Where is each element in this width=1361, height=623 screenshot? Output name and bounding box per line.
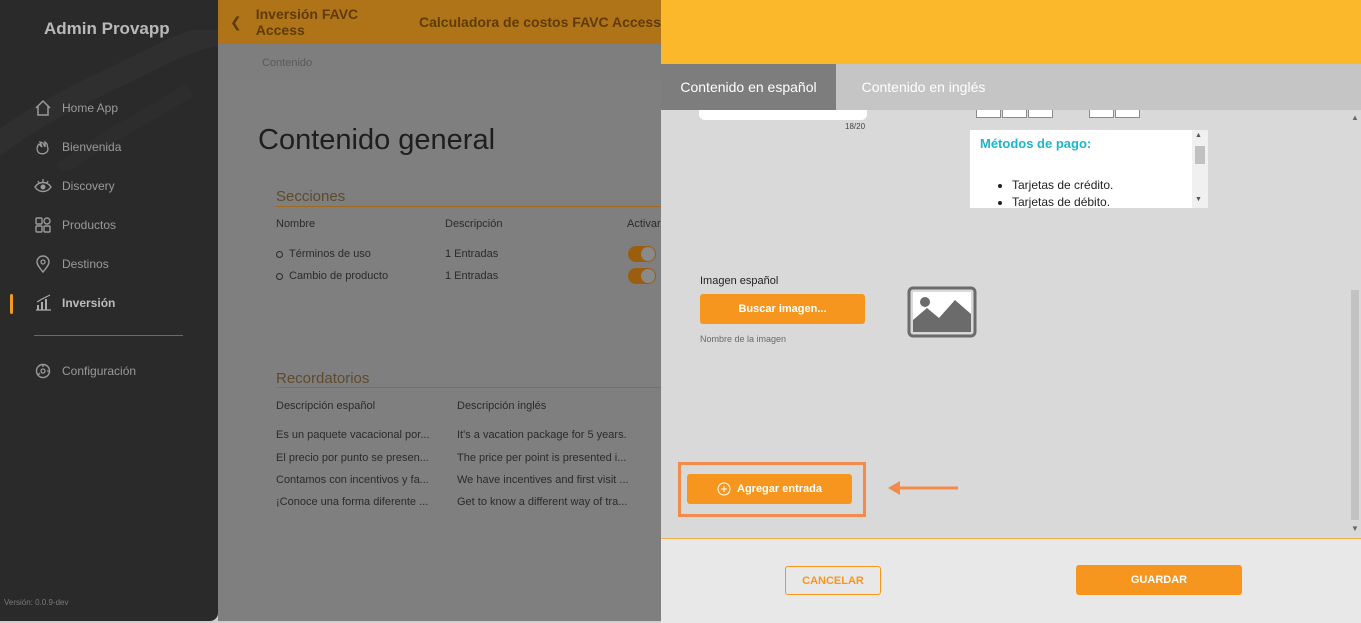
sidebar: Admin Provapp Home App Bienvenida Discov… (0, 0, 218, 621)
toolbar-button[interactable] (1115, 110, 1140, 118)
reminder-en[interactable]: The price per point is presented i... (457, 452, 626, 464)
sidebar-item-label: Inversión (62, 296, 116, 310)
content-panel: Contenido en español Contenido en inglés… (661, 0, 1361, 623)
sub-breadcrumb-label: Contenido (262, 57, 313, 69)
editor-heading: Métodos de pago: (980, 136, 1092, 151)
background-page: Contenido general Secciones Nombre Descr… (218, 80, 661, 621)
active-indicator (10, 294, 13, 314)
sidebar-item-label: Bienvenida (62, 140, 122, 154)
scroll-down-icon[interactable]: ▼ (1350, 524, 1360, 533)
table-row[interactable]: Términos de uso (276, 248, 371, 260)
editor-scroll-thumb[interactable] (1195, 146, 1205, 164)
gear-icon (35, 363, 51, 379)
scroll-up-icon[interactable]: ▲ (1195, 132, 1202, 139)
add-entry-button[interactable]: Agregar entrada (687, 474, 852, 504)
save-button[interactable]: GUARDAR (1076, 565, 1242, 595)
sidebar-item-label: Home App (62, 101, 119, 115)
reminders-heading: Recordatorios (276, 370, 370, 387)
eye-icon (34, 179, 52, 193)
editor-toolbar (1089, 110, 1141, 118)
toolbar-button[interactable] (1028, 110, 1053, 118)
tab-spanish[interactable]: Contenido en español (661, 64, 836, 110)
panel-content: 18/20 Métodos de pago: Tarjetas de crédi… (661, 110, 1361, 538)
bar-chart-icon (36, 294, 51, 311)
sidebar-item-label: Productos (62, 218, 117, 232)
sidebar-item-bienvenida[interactable]: Bienvenida (34, 136, 121, 158)
radio-icon (276, 250, 283, 258)
row-desc: 1 Entradas (445, 270, 499, 282)
image-name-placeholder: Nombre de la imagen (700, 334, 787, 344)
sidebar-item-discovery[interactable]: Discovery (34, 175, 115, 197)
active-toggle[interactable] (628, 268, 656, 284)
sections-heading: Secciones (276, 188, 346, 205)
panel-header (661, 0, 1361, 64)
reminder-en[interactable]: Get to know a different way of tra... (457, 496, 627, 508)
tab-english[interactable]: Contenido en inglés (836, 64, 1011, 110)
panel-footer: CANCELAR GUARDAR (661, 538, 1361, 623)
sidebar-item-productos[interactable]: Productos (34, 214, 116, 236)
section-divider (276, 206, 661, 207)
language-tabs: Contenido en español Contenido en inglés (661, 64, 1361, 110)
sidebar-item-label: Discovery (62, 179, 115, 193)
version-label: Versión: 0.0.9-dev (4, 598, 69, 607)
cancel-button[interactable]: CANCELAR (785, 566, 881, 595)
reminder-en[interactable]: It's a vacation package for 5 years. (457, 429, 627, 441)
reminder-es[interactable]: Contamos con incentivos y fa... (276, 474, 429, 486)
location-pin-icon (36, 255, 50, 273)
sub-breadcrumb: Contenido (218, 44, 661, 80)
editor-toolbar (976, 110, 1054, 118)
toolbar-button[interactable] (1002, 110, 1027, 118)
scroll-up-icon[interactable]: ▲ (1350, 113, 1360, 122)
image-placeholder-icon (907, 286, 977, 338)
text-input[interactable] (699, 110, 867, 120)
sidebar-item-destinos[interactable]: Destinos (34, 253, 109, 275)
column-header-en: Descripción inglés (457, 400, 547, 412)
sidebar-divider (34, 335, 183, 336)
page-title: Contenido general (258, 124, 496, 156)
row-desc: 1 Entradas (445, 248, 499, 260)
arrow-left-icon (888, 481, 958, 495)
reminder-es[interactable]: El precio por punto se presen... (276, 452, 429, 464)
sidebar-item-configuracion[interactable]: Configuración (34, 360, 136, 382)
active-toggle[interactable] (628, 246, 656, 262)
section-divider (276, 387, 661, 388)
grid-icon (35, 217, 51, 233)
add-entry-label: Agregar entrada (737, 483, 822, 495)
image-label: Imagen español (700, 275, 779, 287)
home-icon (35, 99, 51, 116)
list-item: Tarjetas de débito. (1012, 195, 1113, 208)
back-chevron-icon[interactable]: ❮ (230, 14, 242, 31)
reminder-es[interactable]: ¡Conoce una forma diferente ... (276, 496, 428, 508)
plus-circle-icon (717, 482, 731, 496)
reminder-es[interactable]: Es un paquete vacacional por... (276, 429, 430, 441)
editor-scrollbar[interactable]: ▲ ▼ (1192, 130, 1208, 208)
waving-hand-icon (36, 140, 49, 155)
sidebar-item-inversion[interactable]: Inversión (34, 292, 115, 314)
sidebar-item-label: Configuración (62, 364, 137, 378)
table-row[interactable]: Cambio de producto (276, 270, 388, 282)
sidebar-item-home-app[interactable]: Home App (34, 97, 118, 119)
toolbar-button[interactable] (1089, 110, 1114, 118)
list-item: Tarjetas de crédito. (1012, 178, 1113, 192)
column-header-es: Descripción español (276, 400, 376, 412)
toolbar-button[interactable] (976, 110, 1001, 118)
row-name: Cambio de producto (289, 270, 389, 282)
breadcrumb-item-calculadora[interactable]: Calculadora de costos FAVC Access (419, 14, 661, 30)
char-counter: 18/20 (845, 122, 866, 131)
breadcrumb-item-inversion[interactable]: Inversión FAVC Access (256, 6, 403, 38)
column-header-name: Nombre (276, 218, 316, 230)
editor-list: Tarjetas de crédito. Tarjetas de débito. (1012, 178, 1113, 208)
rich-text-editor[interactable]: Métodos de pago: Tarjetas de crédito. Ta… (970, 130, 1208, 208)
panel-scroll-thumb[interactable] (1351, 290, 1359, 520)
column-header-active: Activar (627, 218, 661, 230)
sidebar-item-label: Destinos (62, 257, 109, 271)
breadcrumb: ❮ Inversión FAVC Access Calculadora de c… (218, 0, 661, 44)
radio-icon (276, 272, 283, 280)
column-header-desc: Descripción (445, 218, 503, 230)
search-image-button[interactable]: Buscar imagen... (700, 294, 865, 324)
reminder-en[interactable]: We have incentives and first visit ... (457, 474, 629, 486)
app-title: Admin Provapp (44, 19, 170, 38)
row-name: Términos de uso (289, 248, 371, 260)
scroll-down-icon[interactable]: ▼ (1195, 196, 1202, 203)
